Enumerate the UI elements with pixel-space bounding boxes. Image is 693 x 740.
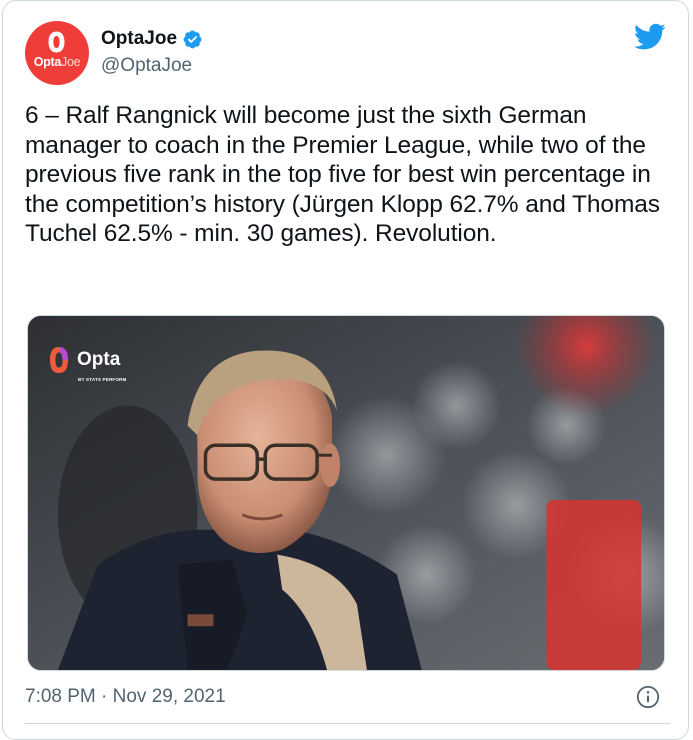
avatar[interactable]: OptaJoe xyxy=(25,21,89,85)
opta-mark-icon xyxy=(50,347,68,373)
opta-watermark: Opta BY STATS PERFORM xyxy=(48,344,126,383)
twitter-bird-icon[interactable] xyxy=(634,23,666,51)
user-handle[interactable]: @OptaJoe xyxy=(101,55,192,77)
tweet-header: OptaJoe OptaJoe @OptaJoe xyxy=(25,21,670,85)
display-name[interactable]: OptaJoe xyxy=(101,28,177,50)
tweet-card: OptaJoe OptaJoe @OptaJoe 6 – Ralf Rangni… xyxy=(2,0,689,740)
tweet-timestamp[interactable]: 7:08 PM · Nov 29, 2021 xyxy=(25,686,226,708)
tweet-text: 6 – Ralf Rangnick will become just the s… xyxy=(25,102,660,247)
verified-badge-icon xyxy=(183,30,202,48)
tweet-photo[interactable]: Opta BY STATS PERFORM xyxy=(27,315,665,671)
name-row: OptaJoe xyxy=(101,27,203,51)
avatar-brand-light: Joe xyxy=(61,55,81,69)
opta-word: Opta BY STATS PERFORM xyxy=(77,349,126,383)
footer-divider xyxy=(25,723,670,724)
avatar-brand: OptaJoe xyxy=(25,55,89,69)
info-icon[interactable] xyxy=(636,685,660,709)
opta-subtitle: BY STATS PERFORM xyxy=(78,377,127,382)
opta-logo-icon xyxy=(48,31,65,53)
tweet-footer: 7:08 PM · Nov 29, 2021 xyxy=(25,684,670,712)
avatar-brand-bold: Opta xyxy=(33,55,62,69)
opta-word-text: Opta xyxy=(77,349,121,370)
